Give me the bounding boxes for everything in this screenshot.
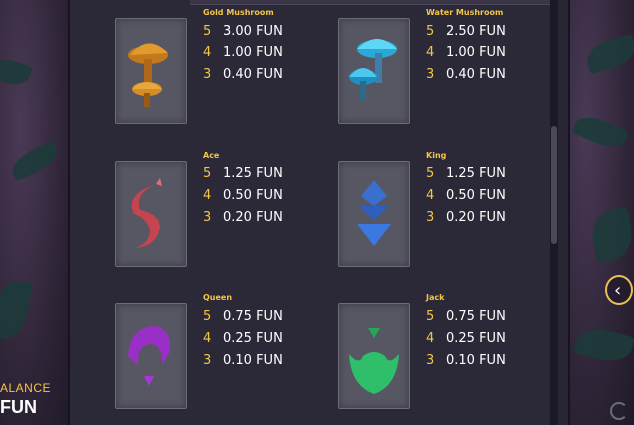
ace-card [115, 161, 187, 267]
payout-row: 3 0.20 FUN [203, 210, 283, 225]
payout-row: 4 0.25 FUN [203, 331, 283, 346]
payout-row: 4 1.00 FUN [203, 45, 283, 60]
payout-row: 5 2.50 FUN [426, 24, 506, 39]
refresh-icon[interactable] [610, 402, 628, 420]
forest-background-right [566, 0, 634, 425]
jack-rune-icon [349, 328, 399, 394]
payout-row: 4 0.50 FUN [426, 188, 506, 203]
payout-row: 5 1.25 FUN [203, 166, 283, 181]
chevron-left-icon: ‹ [614, 280, 622, 301]
symbol-name: Gold Mushroom [203, 8, 274, 17]
gold-mushroom-card [115, 18, 187, 124]
payout-row: 3 0.20 FUN [426, 210, 506, 225]
panel-top-edge [190, 0, 550, 5]
balance-label: ALANCE [0, 381, 52, 395]
symbol-name: Ace [203, 151, 220, 160]
symbol-name: King [426, 151, 447, 160]
payout-row: 5 0.75 FUN [203, 309, 283, 324]
gold-mushroom-icon [128, 43, 168, 107]
payout-row: 4 0.25 FUN [426, 331, 506, 346]
queen-rune-icon [128, 326, 171, 386]
king-card [338, 161, 410, 267]
queen-card [115, 303, 187, 409]
water-mushroom-icon [349, 39, 397, 99]
symbol-name: Jack [426, 293, 445, 302]
previous-page-button[interactable]: ‹ [605, 275, 633, 305]
payout-row: 4 0.50 FUN [203, 188, 283, 203]
payout-row: 5 0.75 FUN [426, 309, 506, 324]
water-mushroom-card [338, 18, 410, 124]
ace-rune-icon [131, 178, 162, 248]
payout-row: 3 0.40 FUN [203, 67, 283, 82]
payout-row: 5 3.00 FUN [203, 24, 283, 39]
payout-row: 3 0.10 FUN [203, 353, 283, 368]
payout-row: 4 1.00 FUN [426, 45, 506, 60]
king-rune-icon [357, 180, 391, 246]
paytable-scrollbar[interactable] [550, 0, 558, 425]
payout-row: 3 0.40 FUN [426, 67, 506, 82]
forest-background-left [0, 0, 70, 425]
balance-value: FUN [0, 397, 37, 417]
jack-card [338, 303, 410, 409]
payout-row: 5 1.25 FUN [426, 166, 506, 181]
payout-row: 3 0.10 FUN [426, 353, 506, 368]
symbol-name: Queen [203, 293, 233, 302]
scrollbar-thumb[interactable] [551, 126, 557, 244]
symbol-name: Water Mushroom [426, 8, 504, 17]
